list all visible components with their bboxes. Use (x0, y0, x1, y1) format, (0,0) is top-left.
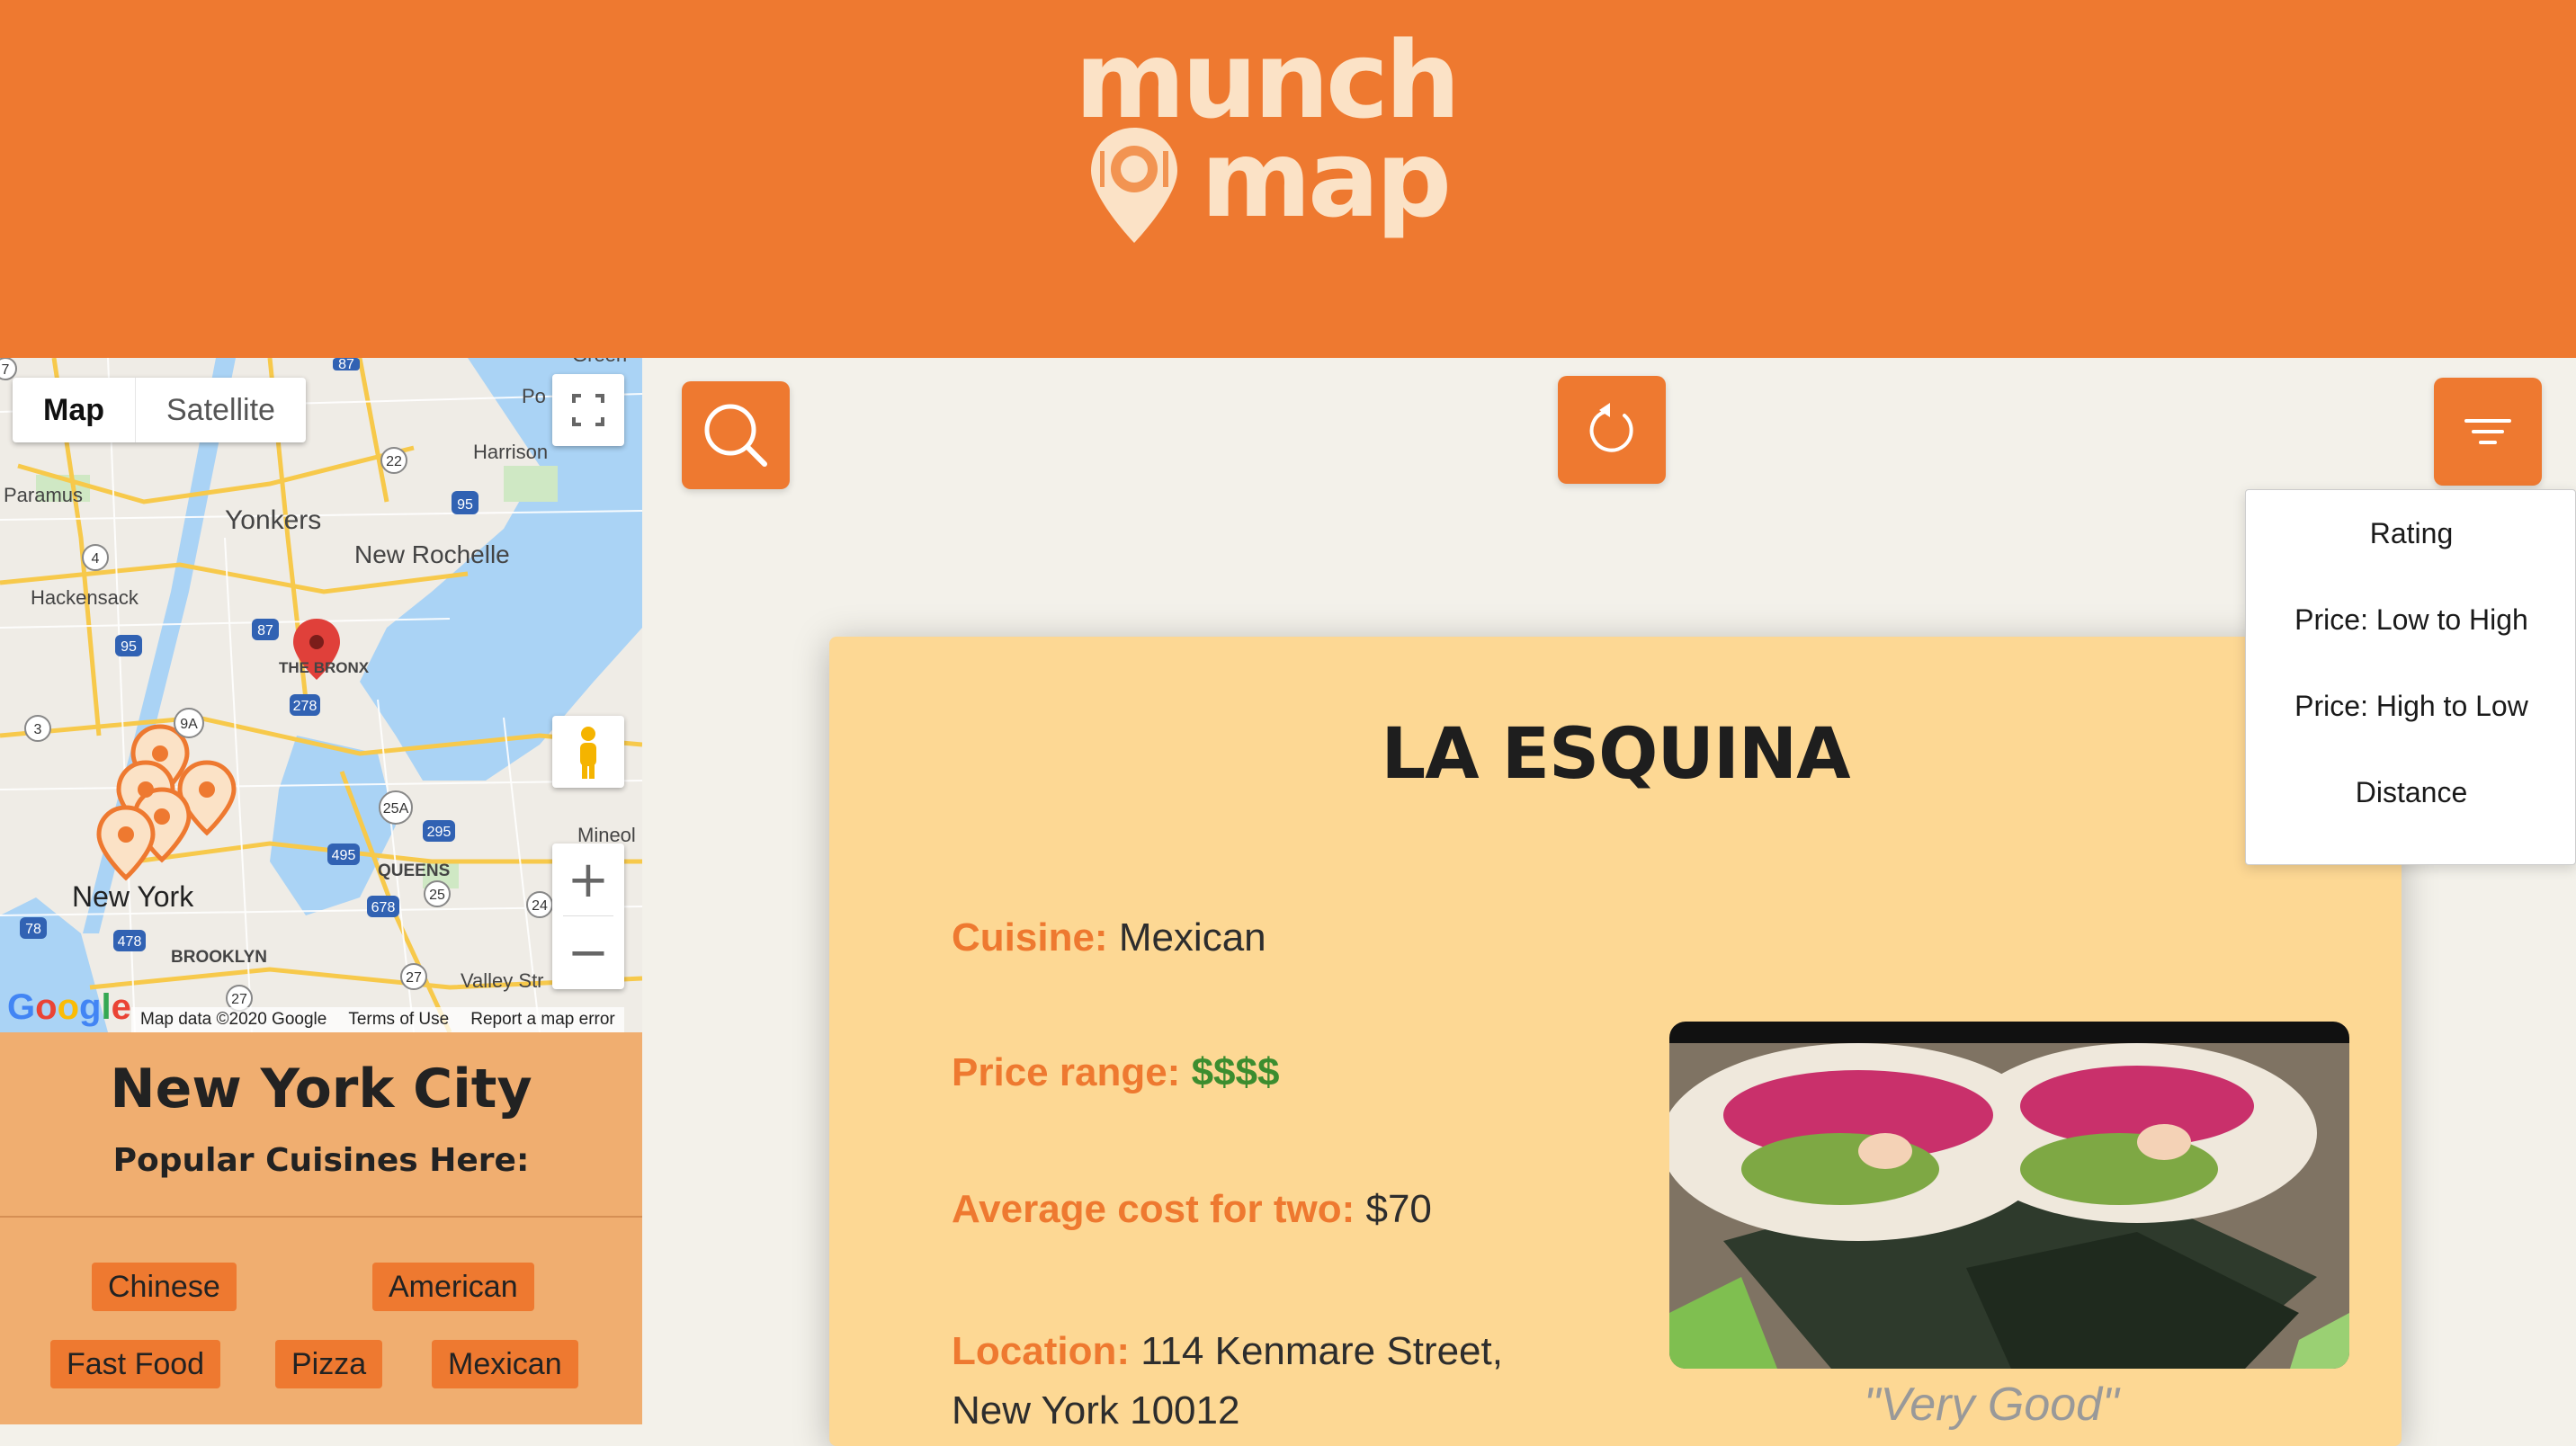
cuisine-value: Mexican (1118, 915, 1266, 960)
svg-text:95: 95 (121, 639, 137, 655)
svg-text:87: 87 (257, 623, 273, 638)
munch-map-logo[interactable]: munch map (1075, 18, 1525, 250)
map[interactable]: Yonkers New Rochelle Paramus Hackensack … (0, 358, 642, 1032)
search-button[interactable] (682, 381, 790, 489)
svg-text:495: 495 (332, 848, 356, 863)
svg-text:22: 22 (386, 454, 402, 469)
street-view-pegman-button[interactable] (552, 716, 624, 788)
cost-value: $70 (1365, 1187, 1432, 1231)
filter-icon (2464, 419, 2511, 444)
map-data-attribution: Map data ©2020 Google (140, 1010, 327, 1029)
report-map-error-link[interactable]: Report a map error (470, 1007, 615, 1032)
refresh-icon (1589, 403, 1633, 452)
map-canvas[interactable]: Yonkers New Rochelle Paramus Hackensack … (0, 358, 642, 1032)
restaurant-photo (1669, 1022, 2349, 1369)
svg-text:78: 78 (25, 922, 41, 937)
map-label-brooklyn: BROOKLYN (171, 948, 267, 967)
svg-text:478: 478 (118, 934, 142, 950)
map-type-control: Map Satellite (13, 378, 306, 442)
map-label-hackensack: Hackensack (31, 586, 139, 609)
map-label-po: Po (522, 385, 546, 407)
svg-text:27: 27 (231, 992, 247, 1007)
sort-option-price-low-high[interactable]: Price: Low to High (2246, 603, 2576, 637)
map-footer: Map data ©2020 Google Terms of Use Repor… (131, 1007, 624, 1032)
zoom-control: + − (552, 844, 624, 989)
svg-text:3: 3 (34, 722, 42, 737)
cuisine-tag-american[interactable]: American (372, 1263, 534, 1311)
map-label-yonkers: Yonkers (225, 505, 321, 535)
pegman-icon (580, 727, 596, 779)
location-row: Location: 114 Kenmare Street, New York 1… (952, 1322, 1503, 1441)
svg-text:278: 278 (293, 699, 318, 714)
sort-dropdown-menu: Rating Price: Low to High Price: High to… (2245, 489, 2576, 865)
zoom-out-button[interactable]: − (552, 916, 624, 989)
svg-text:4: 4 (92, 551, 100, 567)
city-panel: New York City Popular Cuisines Here: Chi… (0, 1032, 642, 1424)
city-name: New York City (110, 1058, 532, 1120)
map-label-green: Green (572, 358, 627, 366)
cost-label: Average cost for two: (952, 1187, 1355, 1231)
filter-button[interactable] (2434, 378, 2542, 486)
svg-text:9A: 9A (180, 717, 198, 732)
refresh-button[interactable] (1558, 376, 1666, 484)
map-label-harrison: Harrison (473, 441, 548, 463)
popular-cuisines-heading: Popular Cuisines Here: (112, 1142, 530, 1179)
restaurant-card: LA ESQUINA Cuisine: Mexican Price range:… (829, 637, 2402, 1446)
zoom-in-button[interactable]: + (552, 844, 624, 916)
cuisine-tag-pizza[interactable]: Pizza (275, 1340, 383, 1388)
map-type-map-button[interactable]: Map (13, 378, 136, 442)
svg-text:295: 295 (427, 825, 452, 840)
cuisine-label: Cuisine: (952, 915, 1108, 960)
map-label-valley-stream: Valley Str (461, 969, 544, 992)
sort-option-price-high-low[interactable]: Price: High to Low (2246, 690, 2576, 723)
cuisine-tag-mexican[interactable]: Mexican (432, 1340, 578, 1388)
price-label: Price range: (952, 1050, 1181, 1094)
fullscreen-icon (572, 394, 604, 426)
cuisine-tag-fast-food[interactable]: Fast Food (50, 1340, 221, 1388)
cost-row: Average cost for two: $70 (952, 1187, 1432, 1232)
app-header: munch map (0, 0, 2576, 358)
svg-text:24: 24 (532, 898, 548, 914)
svg-text:25A: 25A (383, 801, 409, 817)
svg-text:25: 25 (429, 888, 445, 903)
location-line2: New York 10012 (952, 1388, 1240, 1433)
cuisine-tag-chinese[interactable]: Chinese (92, 1263, 237, 1311)
svg-text:7: 7 (2, 362, 10, 378)
svg-text:27: 27 (406, 970, 422, 986)
map-label-new-york: New York (72, 880, 194, 913)
price-value: $$$$ (1191, 1050, 1280, 1094)
sort-option-distance[interactable]: Distance (2246, 776, 2576, 809)
map-label-bronx: THE BRONX (279, 659, 370, 676)
map-type-satellite-button[interactable]: Satellite (136, 378, 306, 442)
google-logo[interactable]: Google (7, 987, 131, 1028)
tacos-photo (1669, 1043, 2349, 1369)
svg-text:678: 678 (371, 900, 396, 915)
fullscreen-button[interactable] (552, 374, 624, 446)
map-label-new-rochelle: New Rochelle (354, 540, 510, 568)
location-label: Location: (952, 1329, 1130, 1373)
sort-option-rating[interactable]: Rating (2246, 517, 2576, 550)
map-label-paramus: Paramus (4, 484, 83, 506)
search-icon (704, 404, 767, 467)
restaurant-name: LA ESQUINA (1381, 714, 1851, 795)
svg-text:87: 87 (338, 358, 354, 372)
divider (0, 1216, 642, 1218)
svg-text:95: 95 (457, 497, 473, 513)
logo-line2: map (1201, 117, 1452, 241)
terms-of-use-link[interactable]: Terms of Use (348, 1007, 449, 1032)
logo-pin-icon (1091, 128, 1177, 243)
review-quote: "Very Good" (1864, 1379, 2119, 1431)
location-line1: 114 Kenmare Street, (1140, 1329, 1503, 1373)
map-label-queens: QUEENS (378, 861, 450, 880)
cuisine-row: Cuisine: Mexican (952, 915, 1266, 960)
price-row: Price range: $$$$ (952, 1050, 1279, 1095)
